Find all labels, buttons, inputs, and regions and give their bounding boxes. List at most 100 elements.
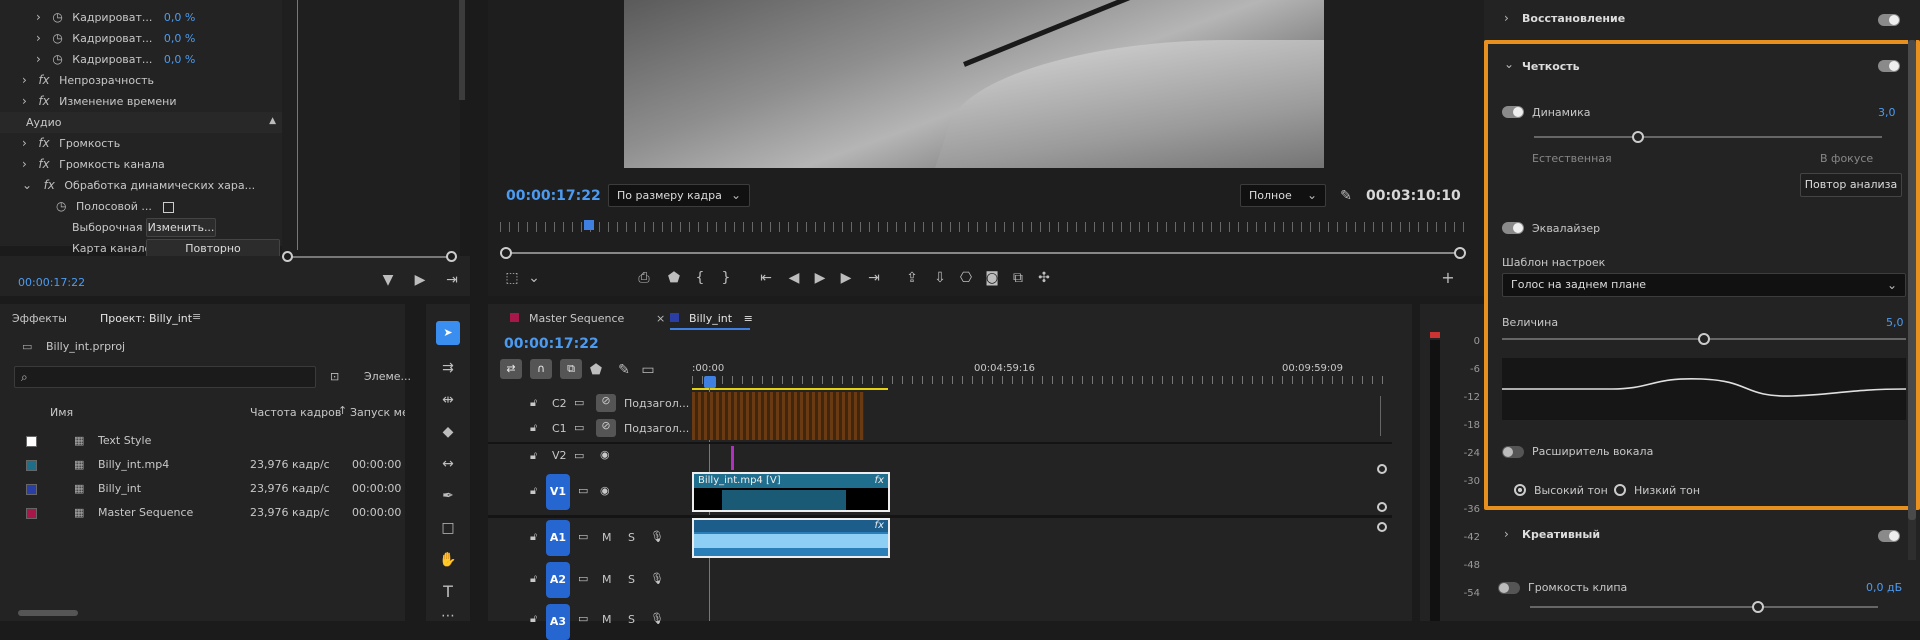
solo-button[interactable]: S [628, 613, 635, 626]
clip-v1[interactable]: Billy_int.mp4 [V] fx [692, 472, 890, 512]
timeline-timecode[interactable]: 00:00:17:22 [504, 336, 599, 352]
project-item[interactable]: ▦ Billy_int 23,976 кадр/с 00:00:00 [0, 478, 405, 500]
creative-section[interactable]: › Креативный [1484, 514, 1920, 552]
step-forward-icon[interactable]: ▶ [836, 270, 856, 286]
pen-icon[interactable]: ✒ [438, 488, 458, 504]
solo-button[interactable]: S [628, 573, 635, 586]
program-zoom-left[interactable] [500, 247, 512, 259]
ripple-edit-icon[interactable]: ⇹ [438, 392, 458, 408]
type-icon[interactable]: T [438, 582, 458, 601]
effect-row-value[interactable]: 0,0 % [164, 53, 195, 66]
wrench-icon[interactable]: ✎ [1336, 188, 1356, 204]
collapse-triangle-icon[interactable]: ▲ [269, 117, 276, 126]
label-color-swatch[interactable] [26, 460, 37, 471]
work-area-bar[interactable] [692, 388, 888, 390]
mic-icon[interactable]: 🎙︎ [650, 612, 664, 625]
caption-clips[interactable] [692, 392, 864, 440]
fit-dropdown[interactable]: По размеру кадра ⌄ [608, 184, 750, 207]
mute-button[interactable]: M [602, 613, 612, 626]
track-output-icon[interactable]: ▭ [574, 449, 584, 462]
track-output-icon[interactable]: ▭ [578, 484, 588, 497]
eye-off-icon[interactable]: ⊘ [596, 394, 616, 412]
track-output-icon[interactable]: ▭ [574, 396, 584, 409]
step-back-icon[interactable]: ◀ [784, 270, 804, 286]
tab-close-icon[interactable]: × [656, 312, 665, 325]
chevron-down-icon[interactable]: ⌄ [524, 270, 544, 286]
track-a1-toggle[interactable]: A1 [546, 520, 570, 556]
effect-row[interactable]: › ◷ Кадрироват... 0,0 % [36, 7, 195, 28]
lock-icon[interactable]: 🔓︎ [530, 421, 537, 435]
play-audio-icon[interactable]: ▶ [410, 272, 430, 288]
rectangle-icon[interactable]: □ [438, 520, 458, 536]
col-fps[interactable]: Частота кадров [250, 406, 341, 419]
select-zoom-icon[interactable]: ⬚ [502, 270, 522, 286]
dynamics-value[interactable]: 3,0 [1878, 106, 1896, 119]
new-bin-icon[interactable]: ⊡ [330, 370, 339, 383]
dynamics-slider[interactable] [1534, 131, 1882, 143]
mic-icon[interactable]: 🎙︎ [650, 530, 664, 543]
tab-master-sequence[interactable]: Master Sequence [510, 312, 624, 325]
lock-icon[interactable]: 🔓︎ [530, 572, 537, 586]
effect-row[interactable]: ◷ Полосовой ... [56, 196, 175, 217]
comparison-icon[interactable]: ⧉ [1008, 270, 1028, 286]
amount-value[interactable]: 5,0 [1886, 316, 1904, 329]
add-marker-icon[interactable]: ⎙ [634, 270, 654, 286]
filter-icon[interactable]: ▼ [378, 272, 398, 288]
zoom-scrollbar[interactable] [287, 256, 452, 258]
project-item[interactable]: ▦ Billy_int.mp4 23,976 кадр/с 00:00:00 [0, 454, 405, 476]
clip-volume-toggle[interactable] [1498, 582, 1520, 594]
project-item[interactable]: ▦ Master Sequence 23,976 кадр/с 00:00:00 [0, 502, 405, 524]
v2-marker[interactable] [731, 446, 734, 470]
bandpass-checkbox[interactable] [163, 201, 175, 213]
track-a2-toggle[interactable]: A2 [546, 562, 570, 598]
col-start[interactable]: Запуск ме [350, 406, 405, 419]
track-scroll[interactable] [1380, 396, 1388, 436]
chevron-right-icon[interactable]: › [22, 158, 27, 170]
wrench-icon[interactable]: ✎ [614, 362, 634, 378]
track-output-icon[interactable]: ▭ [578, 572, 588, 585]
chevron-right-icon[interactable]: › [36, 32, 41, 44]
effect-row[interactable]: › fx Изменение времени [22, 91, 177, 112]
extract-icon[interactable]: ⇩ [930, 270, 950, 286]
panel-menu-icon[interactable]: ≡ [744, 312, 753, 325]
eq-toggle[interactable] [1502, 222, 1524, 234]
go-to-out-icon[interactable]: ⇥ [864, 270, 884, 286]
lock-icon[interactable]: 🔓︎ [530, 449, 537, 463]
go-to-in-icon[interactable]: ⇤ [756, 270, 776, 286]
effect-row[interactable]: › fx Громкость [22, 133, 120, 154]
panel-menu-icon[interactable]: ≡ [192, 310, 201, 323]
audio-section-header[interactable]: Аудио ▲ [0, 112, 282, 133]
preset-dropdown[interactable]: Голос на заднем плане ⌄ [1502, 273, 1906, 297]
tab-project[interactable]: Проект: Billy_int [100, 312, 192, 325]
mic-icon[interactable]: 🎙︎ [650, 572, 664, 585]
linked-selection-button[interactable]: ⧉ [560, 359, 582, 379]
chevron-right-icon[interactable]: › [1504, 12, 1509, 24]
mark-in-icon[interactable]: { [690, 270, 710, 286]
mute-button[interactable]: M [602, 573, 612, 586]
eye-icon[interactable]: ◉ [600, 448, 610, 461]
chevron-right-icon[interactable]: › [36, 53, 41, 65]
timeline-playhead[interactable] [704, 376, 716, 388]
effect-row[interactable]: › ◷ Кадрироват... 0,0 % [36, 49, 195, 70]
effect-row-value[interactable]: 0,0 % [164, 32, 195, 45]
project-item[interactable]: ▦ Text Style [0, 430, 405, 452]
snap-button[interactable]: ⇄ [500, 359, 522, 379]
lock-icon[interactable]: 🔓︎ [530, 484, 537, 498]
restore-toggle[interactable] [1878, 14, 1900, 26]
elements-label[interactable]: Элеме... [364, 370, 411, 383]
track-output-icon[interactable]: ▭ [574, 421, 584, 434]
v-scroll-handle[interactable] [1377, 464, 1387, 474]
chevron-right-icon[interactable]: › [22, 74, 27, 86]
lock-icon[interactable]: 🔓︎ [530, 396, 537, 410]
panel-scrollbar-thumb[interactable] [1908, 40, 1916, 520]
effect-row[interactable]: › ◷ Кадрироват... 0,0 % [36, 28, 195, 49]
clip-a1[interactable]: fx [692, 518, 890, 558]
program-zoom-right[interactable] [1454, 247, 1466, 259]
program-ruler[interactable] [500, 222, 1464, 232]
eye-icon[interactable]: ◉ [600, 484, 610, 497]
tab-effects[interactable]: Эффекты [12, 312, 67, 325]
camera-icon[interactable]: ◙ [982, 270, 1002, 286]
v-scroll-handle[interactable] [1377, 502, 1387, 512]
effect-row-value[interactable]: 0,0 % [164, 11, 195, 24]
lift-icon[interactable]: ⇪ [902, 270, 922, 286]
